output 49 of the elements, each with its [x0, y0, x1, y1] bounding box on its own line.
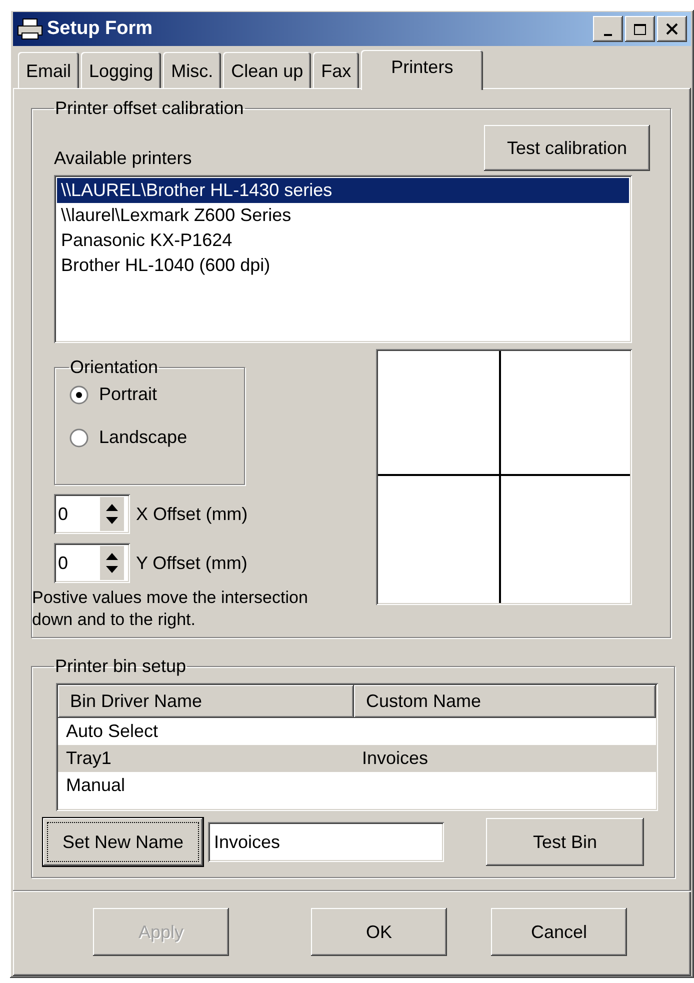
set-name-button[interactable]: Set New Name — [42, 817, 204, 867]
minimize-icon — [604, 34, 612, 36]
offset-note: Postive values move the intersection down and to the right. — [32, 587, 309, 631]
maximize-icon — [633, 22, 647, 36]
tab[interactable]: Clean up — [223, 52, 312, 88]
printer-icon — [17, 18, 43, 40]
printers-label: Available printers — [54, 148, 192, 169]
minimize-button[interactable] — [593, 16, 623, 42]
column-header[interactable]: Custom Name — [354, 685, 656, 718]
column-header[interactable]: Bin Driver Name — [58, 685, 354, 718]
window-title: Setup Form — [47, 18, 154, 40]
group-title: Printer offset calibration — [54, 98, 245, 119]
offset-spinner[interactable]: 0 — [54, 543, 130, 583]
offset-input[interactable]: 0 — [56, 552, 100, 574]
tab[interactable]: Printers — [361, 50, 484, 90]
dialog-button[interactable]: Cancel — [491, 908, 627, 956]
spin-arrows-icon — [100, 497, 124, 531]
name-input[interactable]: Invoices — [208, 822, 444, 862]
printer-list[interactable]: \\LAUREL\Brother HL-1430 series \\laurel\Lexmark Z600 Series Panasonic KX-P1624 Brother HL-1040 (600 dpi) — [54, 175, 632, 343]
tab[interactable]: Email — [18, 52, 80, 88]
table-cell-text: Invoices — [361, 747, 430, 770]
bin-row[interactable]: Tray1 Invoices — [58, 745, 656, 772]
offset-label: X Offset (mm) — [136, 504, 248, 524]
tab[interactable]: Fax — [313, 52, 360, 88]
printer-item[interactable]: Panasonic KX-P1624 — [57, 228, 629, 253]
printer-item[interactable]: Brother HL-1040 (600 dpi) — [57, 253, 629, 278]
dialog-button[interactable]: OK — [311, 908, 447, 956]
group-title: Orientation — [69, 357, 160, 378]
table-cell-text: Manual — [65, 774, 126, 797]
close-icon — [665, 22, 679, 36]
printer-item[interactable]: \\LAUREL\Brother HL-1430 series — [57, 178, 629, 203]
maximize-button[interactable] — [625, 16, 655, 42]
group-title: Printer bin setup — [54, 656, 188, 677]
offset-input[interactable]: 0 — [56, 504, 100, 524]
table-cell-text: Auto Select — [65, 720, 160, 743]
close-button[interactable] — [657, 16, 687, 42]
tab[interactable]: Misc. — [163, 52, 222, 88]
tab[interactable]: Logging — [81, 52, 162, 88]
printer-item[interactable]: \\laurel\Lexmark Z600 Series — [57, 203, 629, 228]
spin-arrows-icon — [100, 546, 124, 580]
bin-row[interactable]: Auto Select — [58, 718, 656, 745]
test-bin-button[interactable]: Test Bin — [486, 818, 644, 866]
radio-option[interactable]: Portrait — [69, 384, 230, 405]
bin-row[interactable]: Manual — [58, 772, 656, 799]
table-cell-text: Tray1 — [65, 747, 112, 770]
offset-spinner[interactable]: 0 — [54, 494, 130, 534]
offset-label: Y Offset (mm) — [136, 552, 248, 574]
radio-option[interactable]: Landscape — [69, 427, 230, 448]
test-calibration-button[interactable]: Test calibration — [484, 125, 650, 171]
